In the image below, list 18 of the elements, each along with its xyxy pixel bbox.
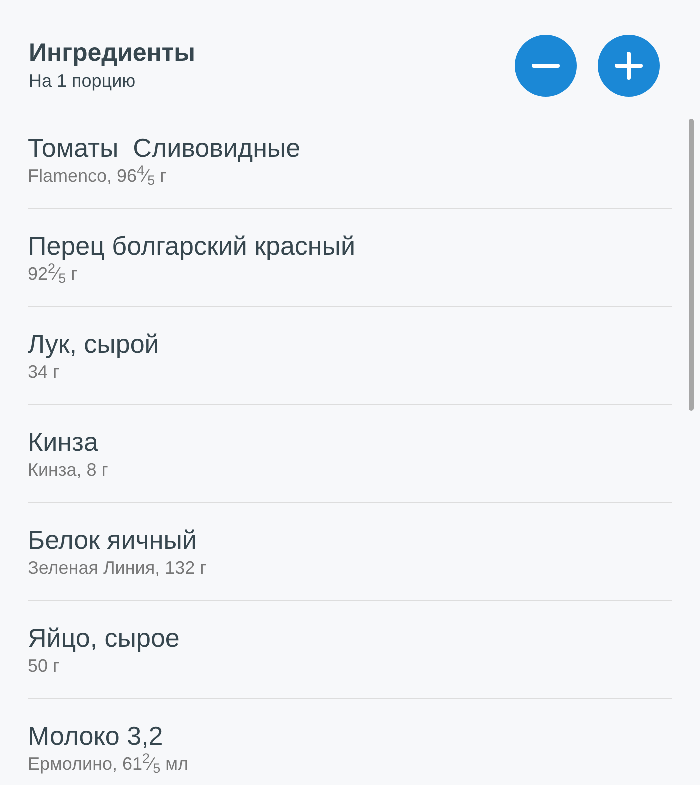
- ingredient-amount: Flamenco, 96$^{4}$⁄$_{5}$ г: [28, 164, 167, 188]
- ingredient-name: Перец болгарский красный: [28, 230, 356, 262]
- ingredient-amount: Кинза, 8 г: [28, 459, 108, 482]
- minus-icon: [532, 64, 560, 68]
- ingredient-amount: 92$^{2}$⁄$_{5}$ г: [28, 262, 78, 286]
- plus-icon: [615, 52, 643, 80]
- ingredient-name: Лук, сырой: [28, 328, 160, 360]
- ingredient-name: Яйцо, сырое: [28, 622, 180, 654]
- section-title: Ингредиенты: [29, 38, 196, 68]
- ingredient-amount: 34 г: [28, 361, 60, 384]
- portion-label: На 1 порцию: [29, 70, 137, 93]
- ingredient-name: Молоко 3,2: [28, 720, 164, 752]
- ingredient-amount: Зеленая Линия, 132 г: [28, 557, 207, 580]
- ingredient-amount: 50 г: [28, 655, 60, 678]
- ingredient-name: Томаты Сливовидные: [28, 132, 301, 164]
- ingredient-name: Кинза: [28, 426, 98, 458]
- ingredient-name: Белок яичный: [28, 524, 197, 556]
- ingredient-amount: Ермолино, 61$^{2}$⁄$_{5}$ мл: [28, 752, 188, 776]
